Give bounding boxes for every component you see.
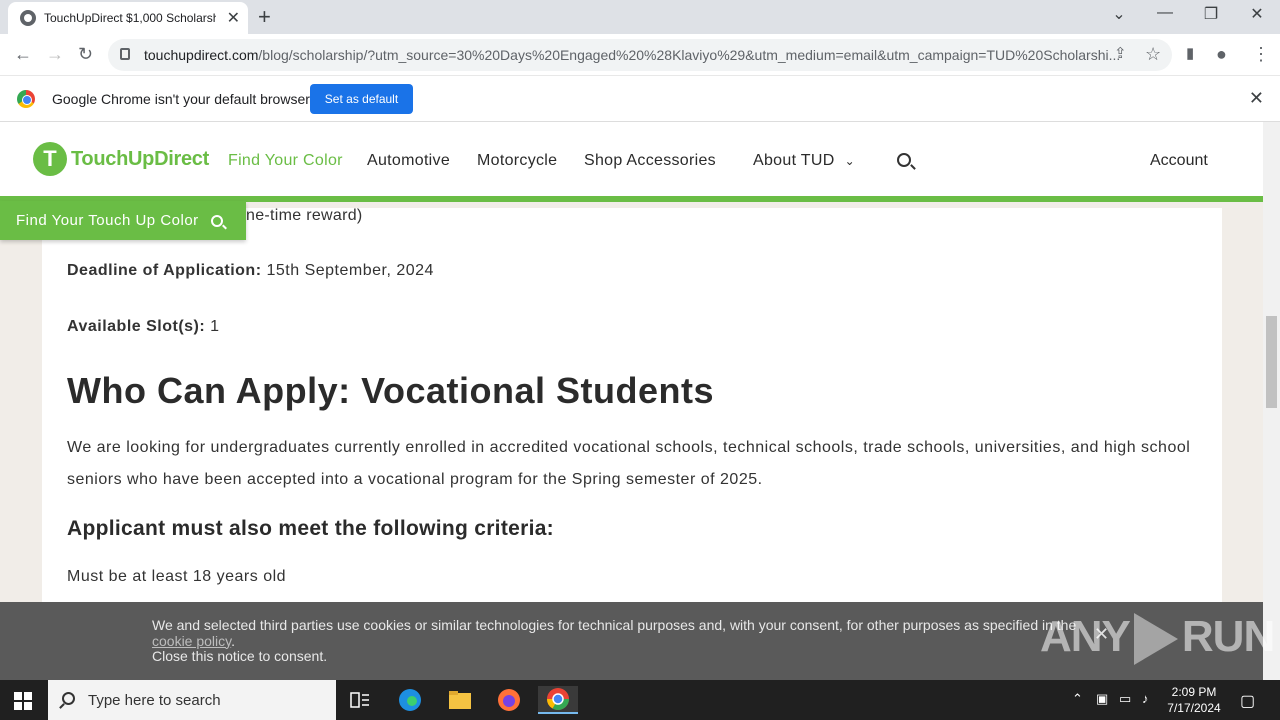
browser-tab[interactable]: TouchUpDirect $1,000 Scholarship ✕ — [8, 2, 248, 34]
tab-strip: TouchUpDirect $1,000 Scholarship ✕ + ⌄ —… — [0, 0, 1280, 34]
taskbar-search-box[interactable]: Type here to search — [48, 680, 336, 720]
forward-icon[interactable]: → — [46, 44, 64, 65]
tab-search-icon[interactable]: ⌄ — [1096, 4, 1142, 24]
deadline-label: Deadline of Application: — [67, 262, 262, 279]
profile-avatar[interactable]: ● — [1216, 44, 1227, 65]
file-explorer-icon[interactable] — [440, 686, 480, 714]
chevron-down-icon: ⌄ — [844, 154, 855, 168]
infobar-close-icon[interactable]: ✕ — [1249, 88, 1264, 109]
side-panel-icon[interactable]: ▮ — [1186, 44, 1194, 62]
chrome-taskbar-icon[interactable] — [538, 686, 578, 714]
firefox-icon[interactable] — [489, 686, 529, 714]
search-icon[interactable] — [897, 153, 911, 167]
cookie-text-1: We and selected third parties use cookie… — [152, 617, 1077, 633]
nav-about-label: About TUD — [753, 152, 835, 169]
windows-start-icon[interactable] — [14, 692, 32, 710]
set-default-button[interactable]: Set as default — [310, 84, 413, 114]
tray-chevron-up-icon[interactable]: ⌃ — [1072, 691, 1083, 707]
clock-time: 2:09 PM — [1171, 685, 1217, 699]
search-icon — [62, 692, 75, 705]
cookie-policy-link[interactable]: cookie policy — [152, 633, 231, 649]
nav-motorcycle[interactable]: Motorcycle — [477, 152, 557, 170]
minimize-button[interactable]: — — [1142, 4, 1188, 22]
url-path: /blog/scholarship/?utm_source=30%20Days%… — [258, 47, 1121, 63]
new-tab-button[interactable]: + — [258, 4, 271, 30]
reward-text-fragment: ne-time reward) — [246, 207, 363, 224]
slots-line: Available Slot(s): 1 — [67, 318, 220, 336]
logo-text: TouchUpDirect — [71, 147, 209, 170]
deadline-value: 15th September, 2024 — [261, 262, 434, 279]
slots-value: 1 — [205, 318, 220, 335]
eligibility-paragraph: We are looking for undergraduates curren… — [67, 439, 1191, 488]
chrome-logo-icon — [17, 90, 35, 108]
restore-button[interactable]: ❐ — [1188, 4, 1234, 24]
criteria-item: Must be at least 18 years old — [67, 568, 287, 585]
close-window-button[interactable]: ✕ — [1234, 4, 1280, 24]
task-view-icon[interactable] — [340, 686, 380, 714]
url-host: touchupdirect.com — [144, 47, 259, 63]
logo-mark: T — [33, 142, 67, 176]
account-link[interactable]: Account — [1150, 152, 1208, 170]
infobar-message: Google Chrome isn't your default browser — [52, 91, 310, 107]
network-icon[interactable]: ▭ — [1119, 691, 1131, 707]
volume-icon[interactable]: ♪ — [1142, 691, 1149, 706]
cookie-notice-text: We and selected third parties use cookie… — [152, 617, 1082, 665]
browser-toolbar: ← → ↻ touchupdirect.com/blog/scholarship… — [0, 34, 1280, 76]
globe-icon — [20, 10, 36, 26]
taskbar-clock[interactable]: 2:09 PM 7/17/2024 — [1162, 684, 1226, 716]
reload-icon[interactable]: ↻ — [78, 44, 93, 65]
menu-kebab-icon[interactable]: ⋮ — [1252, 44, 1270, 65]
nav-automotive[interactable]: Automotive — [367, 152, 450, 170]
notification-icon[interactable]: ▢ — [1240, 691, 1255, 711]
nav-find-your-color[interactable]: Find Your Color — [228, 152, 343, 170]
taskbar-search-placeholder: Type here to search — [88, 691, 221, 709]
criteria-heading: Applicant must also meet the following c… — [67, 517, 554, 540]
deadline-line: Deadline of Application: 15th September,… — [67, 262, 434, 280]
bookmark-star-icon[interactable]: ☆ — [1145, 44, 1161, 65]
share-icon[interactable]: ⇪ — [1114, 44, 1127, 62]
cookie-text-2: . — [231, 632, 236, 649]
tray-app-icon[interactable]: ▣ — [1096, 691, 1108, 707]
nav-about[interactable]: About TUD ⌄ — [753, 152, 855, 170]
page-scrollbar[interactable] — [1263, 122, 1280, 680]
lock-icon[interactable] — [120, 48, 130, 60]
slots-label: Available Slot(s): — [67, 318, 206, 335]
anyrun-watermark: ANY RUN — [1040, 612, 1275, 666]
address-bar[interactable]: touchupdirect.com/blog/scholarship/?utm_… — [108, 39, 1172, 71]
nav-shop-accessories[interactable]: Shop Accessories — [584, 152, 716, 170]
cookie-consent-line: Close this notice to consent. — [152, 648, 328, 664]
search-icon — [210, 214, 223, 227]
find-touch-up-color-button[interactable]: Find Your Touch Up Color — [0, 201, 246, 240]
watermark-right: RUN — [1181, 612, 1275, 661]
scrollbar-thumb[interactable] — [1266, 316, 1277, 408]
close-tab-icon[interactable]: ✕ — [227, 8, 240, 28]
section-heading: Who Can Apply: Vocational Students — [67, 370, 714, 411]
tab-title: TouchUpDirect $1,000 Scholarship — [44, 11, 216, 25]
back-icon[interactable]: ← — [14, 44, 32, 65]
site-header: T TouchUpDirect Find Your Color Automoti… — [0, 122, 1263, 202]
clock-date: 7/17/2024 — [1167, 701, 1221, 715]
find-button-label: Find Your Touch Up Color — [16, 212, 199, 229]
watermark-left: ANY — [1040, 612, 1131, 661]
windows-taskbar: Type here to search ⌃ ▣ ▭ ♪ 2:09 PM 7/17… — [0, 680, 1280, 720]
play-icon — [1133, 613, 1178, 666]
site-logo[interactable]: T TouchUpDirect — [33, 142, 209, 176]
edge-icon[interactable] — [390, 686, 430, 714]
default-browser-infobar: Google Chrome isn't your default browser… — [0, 76, 1280, 122]
